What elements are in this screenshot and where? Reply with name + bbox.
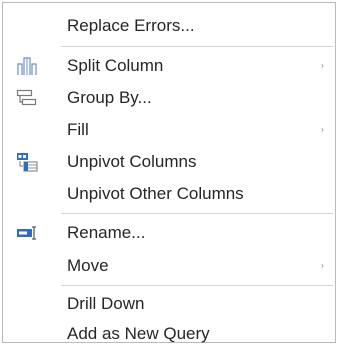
menu-item-label: Drill Down: [67, 294, 145, 313]
menu-item-label: Fill: [67, 120, 89, 139]
menu-item-label: Rename...: [67, 223, 146, 242]
menu-item-unpivot-columns[interactable]: Unpivot Columns: [3, 147, 335, 177]
menu-item-label: Replace Errors...: [67, 16, 195, 35]
group-by-icon: [16, 88, 38, 108]
menu-item-add-as-new-query[interactable]: Add as New Query: [3, 319, 335, 349]
split-column-icon: [16, 56, 38, 76]
menu-item-move[interactable]: Move ›: [3, 251, 335, 281]
menu-item-group-by[interactable]: Group By...: [3, 83, 335, 113]
menu-separator: [61, 213, 333, 214]
menu-item-rename[interactable]: Rename...: [3, 218, 335, 248]
menu-item-unpivot-other-columns[interactable]: Unpivot Other Columns: [3, 179, 335, 209]
menu-item-label: Group By...: [67, 88, 152, 107]
menu-item-label: Unpivot Columns: [67, 152, 197, 171]
rename-icon: [16, 223, 38, 243]
menu-item-label: Unpivot Other Columns: [67, 184, 244, 203]
menu-item-split-column[interactable]: Split Column ›: [3, 51, 335, 81]
menu-item-replace-errors[interactable]: Replace Errors...: [3, 11, 335, 41]
menu-item-label: Move: [67, 256, 109, 275]
menu-item-label: Add as New Query: [67, 324, 210, 343]
submenu-arrow-icon: ›: [321, 61, 324, 70]
submenu-arrow-icon: ›: [321, 125, 324, 134]
menu-item-label: Split Column: [67, 56, 164, 75]
submenu-arrow-icon: ›: [321, 261, 324, 270]
menu-item-fill[interactable]: Fill ›: [3, 115, 335, 145]
unpivot-columns-icon: [16, 152, 38, 172]
context-menu: Replace Errors... Split Column › Group B…: [2, 2, 336, 343]
menu-separator: [61, 285, 333, 286]
menu-separator: [61, 46, 333, 47]
menu-item-drill-down[interactable]: Drill Down: [3, 289, 335, 319]
